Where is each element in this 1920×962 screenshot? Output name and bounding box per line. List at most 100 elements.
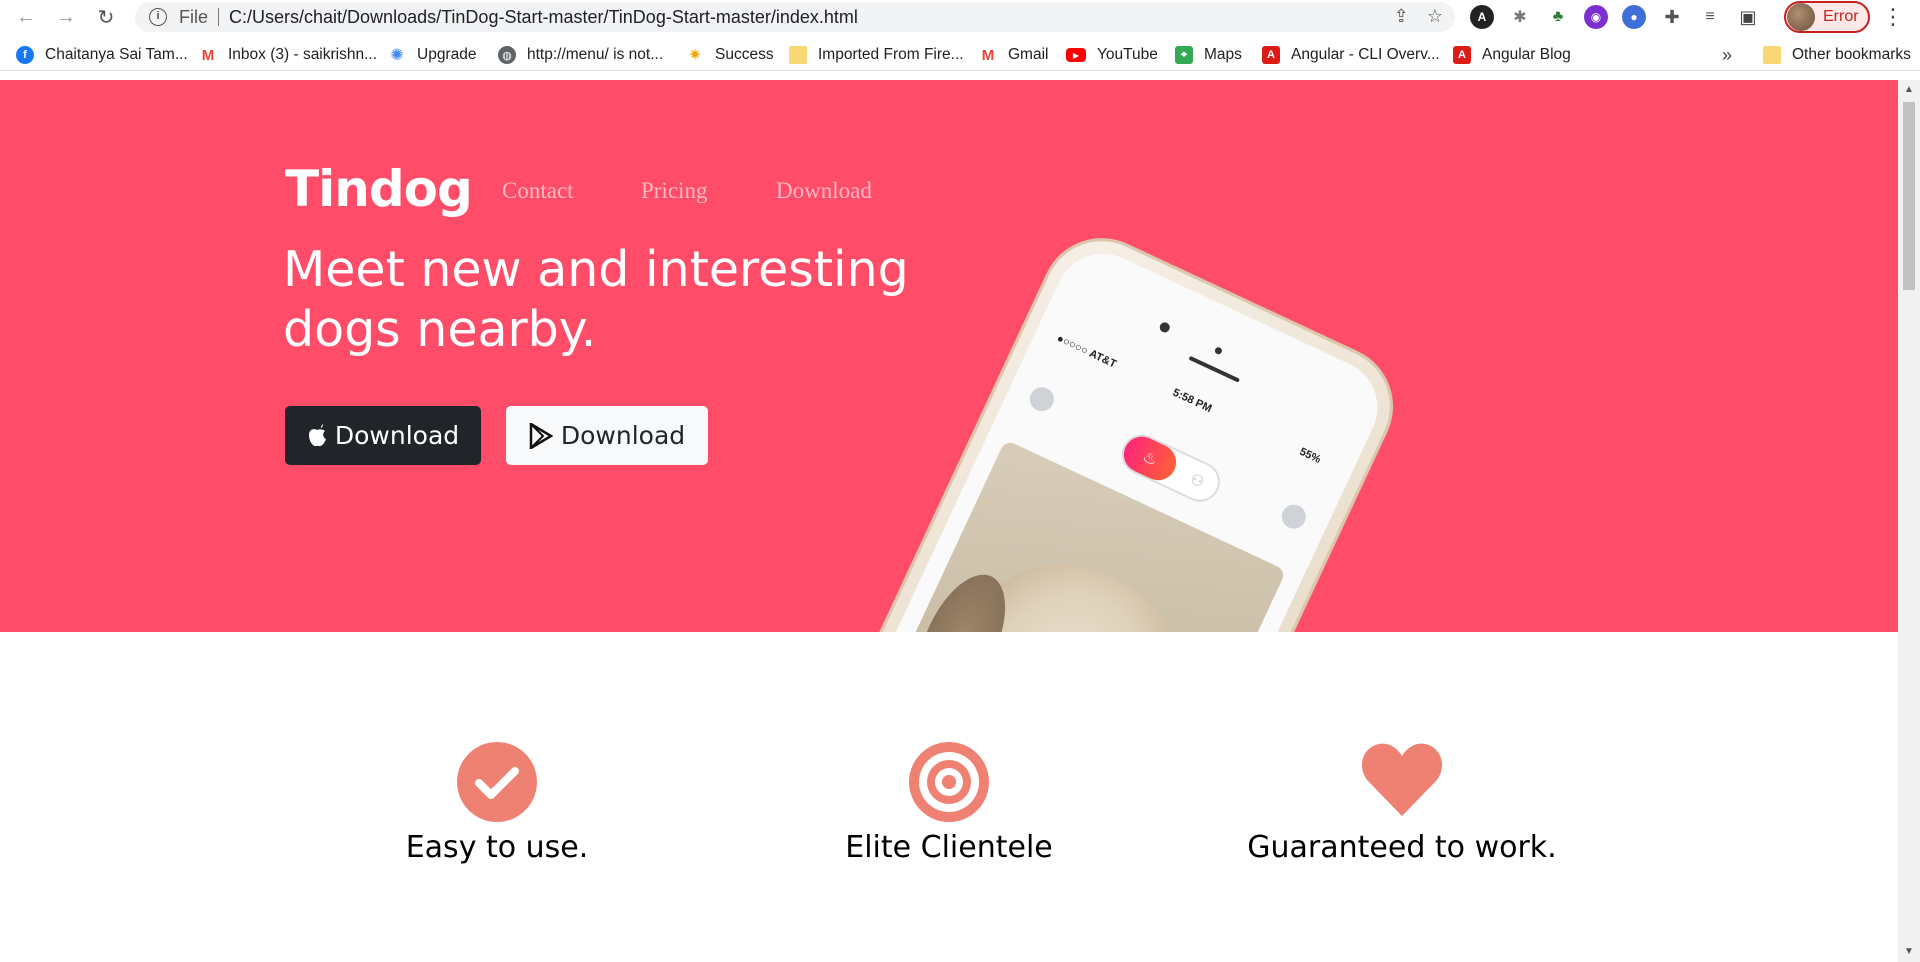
scroll-up-icon[interactable]: ▲ [1904, 84, 1914, 95]
bookmark-label: Chaitanya Sai Tam... [45, 46, 188, 63]
page-viewport: Tindog Contact Pricing Download Meet new… [0, 80, 1898, 962]
folder-icon [1763, 46, 1781, 64]
feature-title: Easy to use. [405, 830, 589, 865]
media-control-icon[interactable]: ≡ [1698, 5, 1722, 29]
feature-guaranteed: Guaranteed to work. [1202, 742, 1602, 865]
bookmark-item[interactable]: ◍ http://menu/ is not... [498, 46, 663, 64]
bookmark-label: http://menu/ is not... [527, 46, 664, 63]
bookmark-label: Angular Blog [1482, 46, 1571, 63]
reload-button[interactable]: ↻ [86, 0, 126, 34]
purple-extension-icon[interactable]: ◉ [1584, 5, 1608, 29]
dog-ear [900, 561, 1023, 632]
nav-contact[interactable]: Contact [502, 178, 574, 204]
heart-icon [1202, 742, 1602, 822]
bookmark-label: Upgrade [417, 46, 477, 63]
puzzle-extensions-icon[interactable]: ✚ [1660, 5, 1684, 29]
google-play-icon [529, 422, 553, 449]
bookmark-item[interactable]: ▶ YouTube [1066, 46, 1158, 64]
bookmark-label: Inbox (3) - saikrishn... [228, 46, 378, 63]
page-scrollbar[interactable]: ▲ ▼ [1898, 80, 1920, 962]
angular-devtools-icon[interactable]: A [1470, 5, 1494, 29]
features-section: Easy to use. Elite Clientele Guaranteed … [0, 632, 1898, 962]
battery-text: 55% [1297, 445, 1323, 466]
profile-status: Error [1823, 8, 1859, 25]
feature-title: Elite Clientele [845, 830, 1053, 865]
avatar [1787, 3, 1815, 31]
gmail-icon: M [979, 46, 997, 64]
feature-easy: Easy to use. [297, 742, 697, 865]
feature-elite: Elite Clientele [749, 742, 1149, 865]
angular-icon: A [1453, 46, 1471, 64]
back-button[interactable]: ← [6, 0, 46, 34]
scroll-down-icon[interactable]: ▼ [1904, 946, 1914, 957]
site-info-icon[interactable]: i [149, 8, 167, 26]
url-divider [218, 8, 220, 26]
check-circle-icon [297, 742, 697, 822]
app-toggle: ♨ ⚇ [1115, 428, 1227, 509]
folder-icon [789, 46, 807, 64]
bookmark-star-icon[interactable]: ☆ [1427, 6, 1443, 27]
bullseye-icon [749, 742, 1149, 822]
download-google-label: Download [560, 421, 686, 450]
scroll-thumb[interactable] [1903, 102, 1915, 290]
bookmark-label: Angular - CLI Overv... [1291, 46, 1440, 63]
youtube-icon: ▶ [1066, 48, 1086, 62]
front-camera-icon [1158, 320, 1172, 335]
feature-title: Guaranteed to work. [1247, 830, 1557, 865]
hero-headline: Meet new and interesting dogs nearby. [283, 241, 909, 358]
maps-icon: ⌖ [1175, 46, 1193, 64]
bookmark-item[interactable]: ✷ Success [686, 46, 774, 64]
extension-icons: A ✱ ♣ ◉ ● ✚ ≡ ▣ [1470, 5, 1760, 29]
bookmark-label: Maps [1204, 46, 1242, 63]
bookmark-label: Other bookmarks [1792, 46, 1911, 63]
apple-icon [307, 423, 327, 448]
bookmark-label: YouTube [1097, 46, 1158, 63]
menu-kebab-icon[interactable]: ⋮ [1882, 4, 1904, 30]
bookmark-label: Imported From Fire... [818, 46, 964, 63]
globe-icon: ◍ [498, 46, 516, 64]
phone-time: 5:58 PM [1170, 386, 1214, 416]
address-bar[interactable]: i File C:/Users/chait/Downloads/TinDog-S… [135, 2, 1455, 32]
nav-pricing[interactable]: Pricing [641, 178, 707, 204]
chat-icon [1277, 500, 1310, 533]
sun-icon: ✷ [686, 46, 704, 64]
url-text[interactable]: C:/Users/chait/Downloads/TinDog-Start-ma… [229, 7, 858, 28]
share-icon[interactable]: ⇪ [1394, 6, 1409, 27]
hero-section: Tindog Contact Pricing Download Meet new… [0, 80, 1898, 632]
download-apple-label: Download [334, 421, 460, 450]
bookmark-item[interactable]: ✺ Upgrade [388, 46, 476, 64]
bookmark-item[interactable]: ⌖ Maps [1175, 46, 1242, 64]
brand-logo[interactable]: Tindog [285, 160, 473, 218]
other-bookmarks[interactable]: Other bookmarks [1763, 46, 1911, 64]
bug-extension-icon[interactable]: ✱ [1508, 5, 1532, 29]
bookmark-label: Gmail [1008, 46, 1049, 63]
browser-toolbar: ← → ↻ i File C:/Users/chait/Downloads/Ti… [0, 0, 1920, 34]
profile-button[interactable]: Error [1784, 1, 1870, 33]
flame-icon: ♨ [1117, 430, 1183, 487]
dog-head [897, 528, 1217, 632]
bookmark-label: Success [715, 46, 774, 63]
bookmark-item[interactable]: A Angular Blog [1453, 46, 1571, 64]
bookmark-item[interactable]: M Gmail [979, 46, 1048, 64]
blue-extension-icon[interactable]: ● [1622, 5, 1646, 29]
download-google-button[interactable]: Download [506, 406, 708, 465]
forward-button[interactable]: → [46, 0, 86, 34]
download-apple-button[interactable]: Download [285, 406, 481, 465]
html-tree-icon[interactable]: ♣ [1546, 5, 1570, 29]
facebook-icon: f [16, 46, 34, 64]
side-panel-icon[interactable]: ▣ [1736, 5, 1760, 29]
nav-download[interactable]: Download [776, 178, 872, 204]
more-bookmarks-button[interactable]: » [1722, 45, 1732, 66]
bookmark-item[interactable]: M Inbox (3) - saikrishn... [199, 46, 377, 64]
phone-mockup: ●○○○○ AT&T 5:58 PM 55% ♨ ⚇ [772, 148, 1516, 632]
upgrade-icon: ✺ [388, 46, 406, 64]
carrier-text: ●○○○○ AT&T [1054, 332, 1119, 371]
group-icon: ⚇ [1187, 470, 1207, 492]
angular-icon: A [1262, 46, 1280, 64]
bookmark-item[interactable]: A Angular - CLI Overv... [1262, 46, 1440, 64]
bookmark-item[interactable]: f Chaitanya Sai Tam... [16, 46, 188, 64]
gmail-icon: M [199, 46, 217, 64]
bookmarks-bar: f Chaitanya Sai Tam... M Inbox (3) - sai… [0, 41, 1920, 71]
bookmark-item[interactable]: Imported From Fire... [789, 46, 964, 64]
speaker-grille [1188, 355, 1240, 383]
